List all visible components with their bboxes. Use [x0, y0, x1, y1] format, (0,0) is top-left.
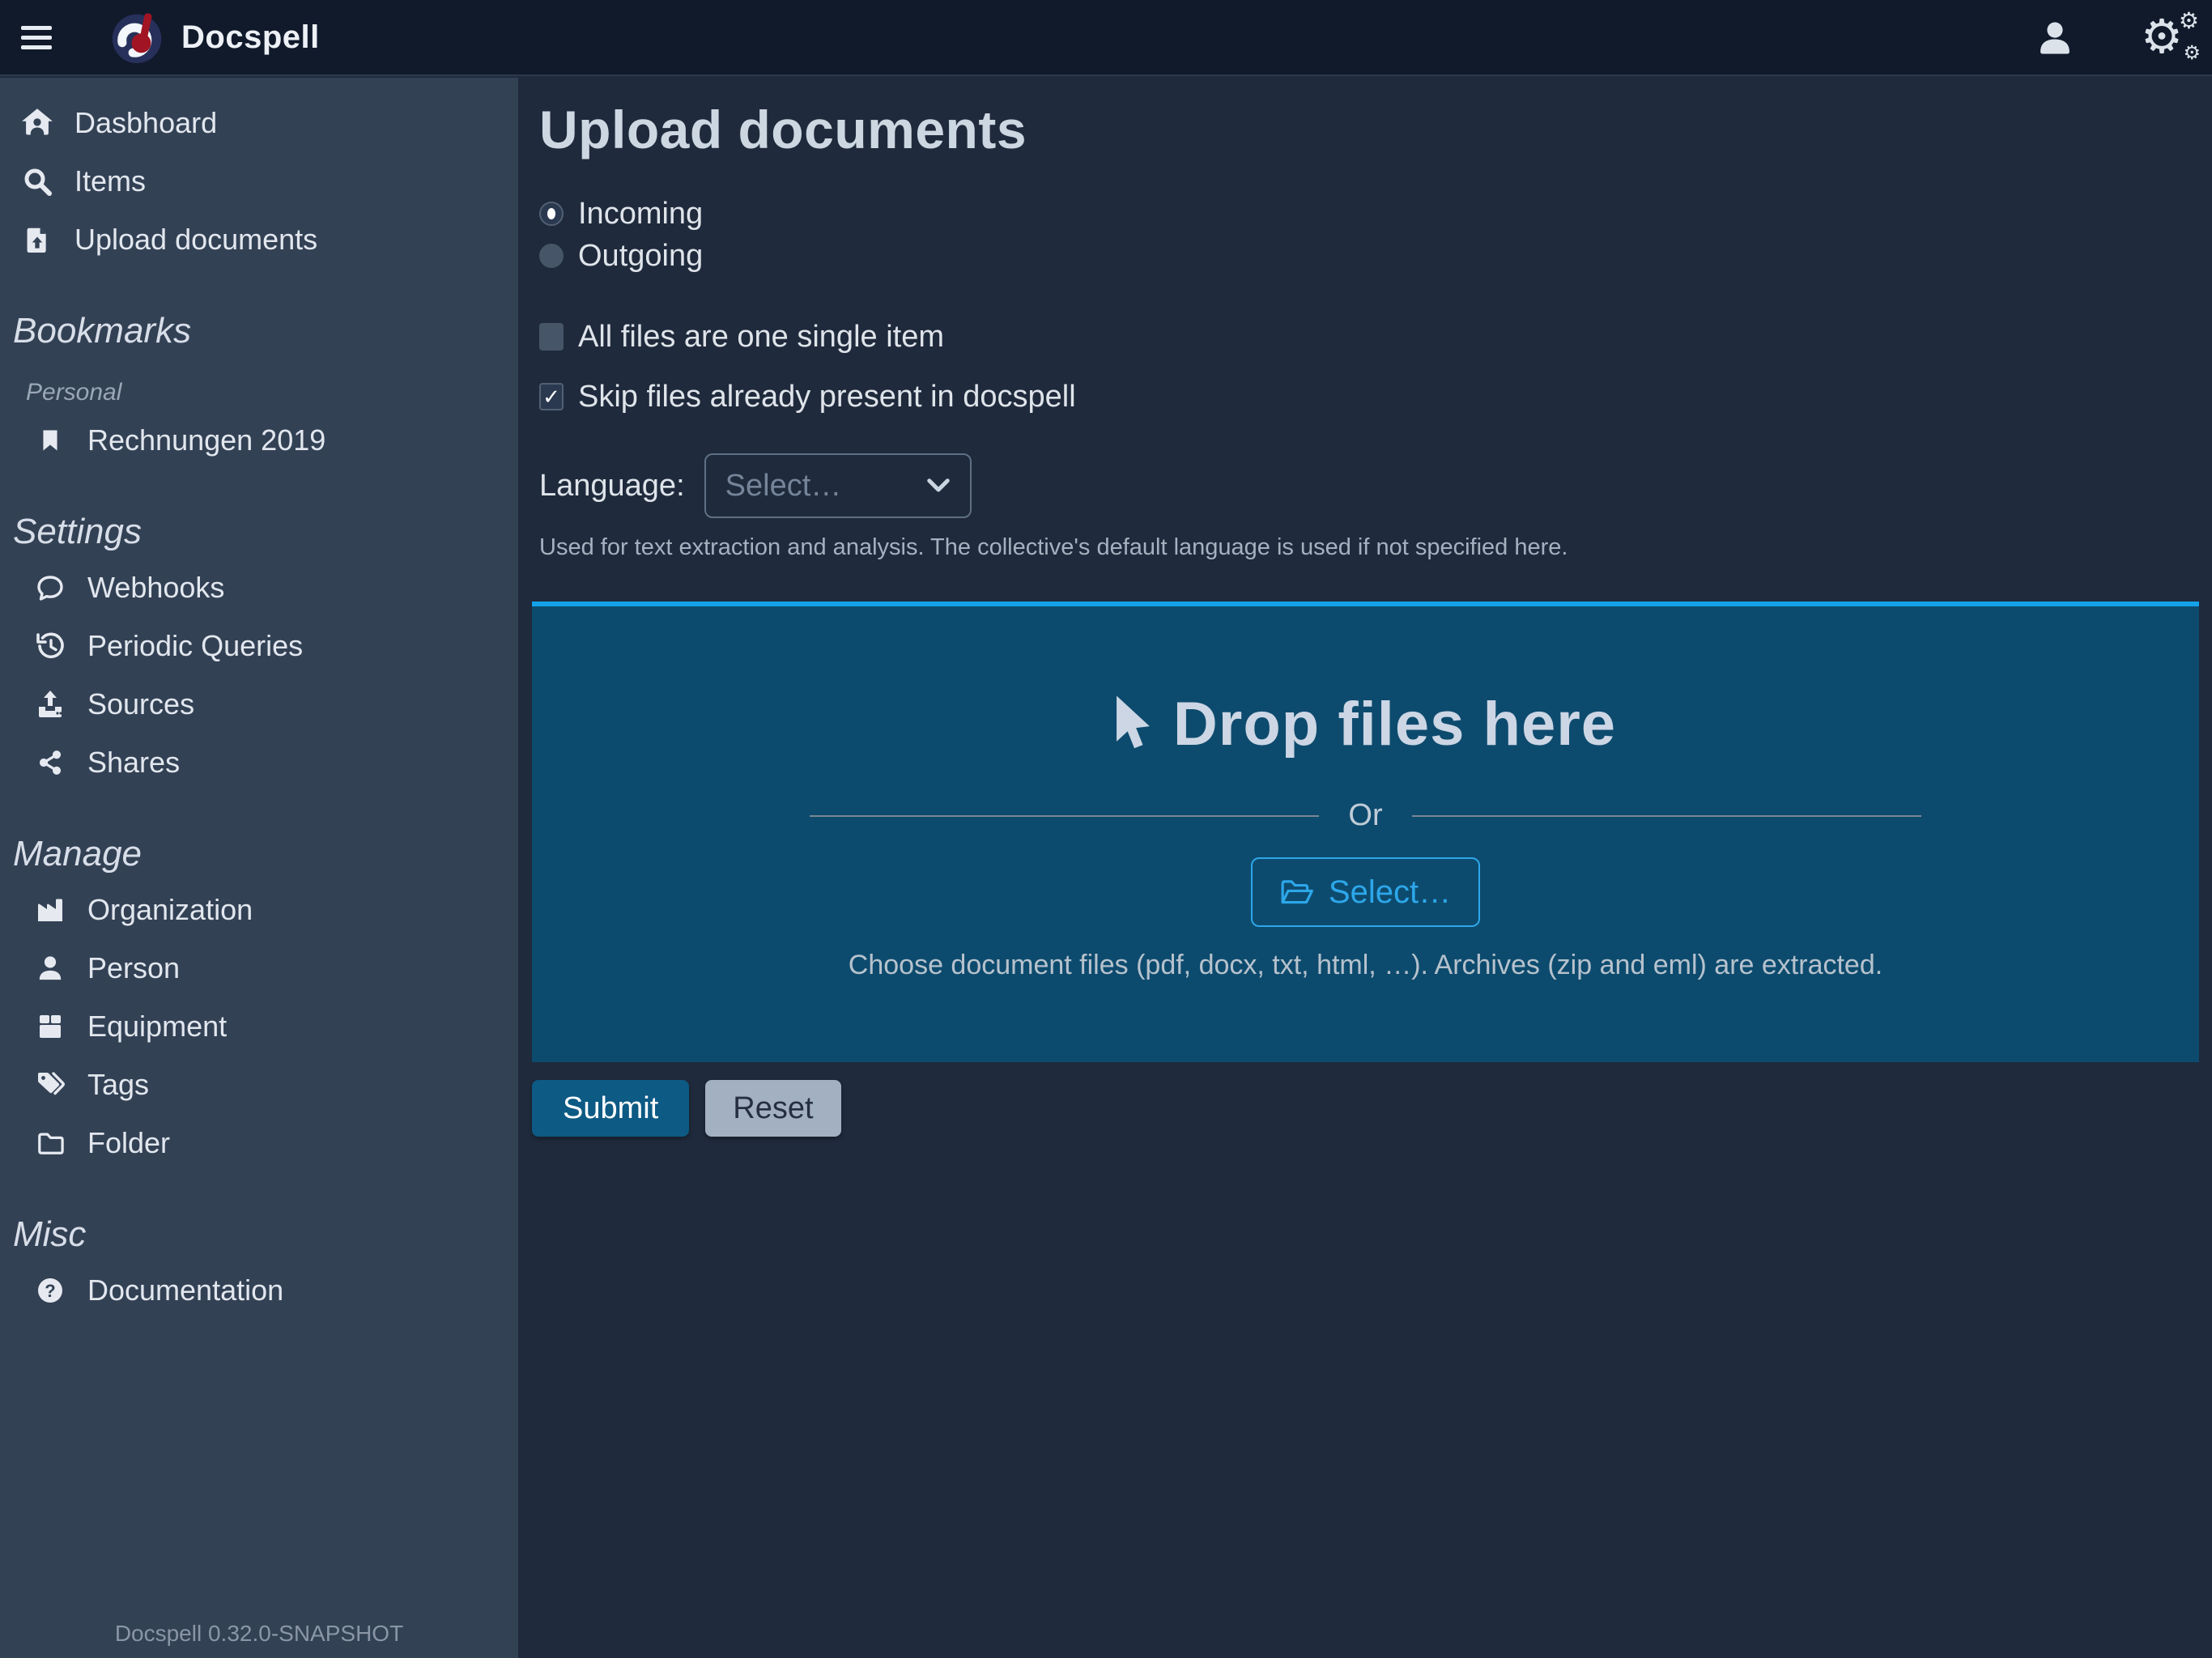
select-files-label: Select…	[1329, 874, 1451, 911]
sidebar-item-label: Rechnungen 2019	[87, 423, 325, 457]
sidebar-item-label: Sources	[87, 687, 194, 721]
folder-open-icon	[1280, 878, 1314, 906]
sidebar-item-label: Webhooks	[87, 571, 224, 605]
sidebar-item-webhooks[interactable]: Webhooks	[0, 559, 518, 617]
or-divider: Or	[810, 798, 1921, 833]
radio-outgoing-label: Outgoing	[578, 239, 703, 274]
sidebar-item-periodic-queries[interactable]: Periodic Queries	[0, 617, 518, 675]
dropzone-title: Drop files here	[1173, 689, 1616, 759]
sidebar-item-label: Dasbhoard	[74, 106, 217, 140]
language-select[interactable]: Select…	[704, 453, 972, 518]
user-icon	[32, 954, 68, 983]
page-title: Upload documents	[539, 99, 2212, 160]
sidebar-item-organization[interactable]: Organization	[0, 881, 518, 939]
circle-question-icon: ?	[32, 1276, 68, 1305]
sidebar-item-label: Items	[74, 164, 146, 198]
app-title: Docspell	[181, 19, 320, 56]
share-nodes-icon	[32, 749, 68, 776]
radio-incoming[interactable]: Incoming	[539, 193, 2212, 235]
language-select-value: Select…	[725, 469, 917, 504]
language-hint: Used for text extraction and analysis. T…	[539, 534, 2212, 561]
language-row: Language: Select…	[539, 453, 2212, 518]
form-actions: Submit Reset	[532, 1080, 2212, 1137]
section-heading-manage: Manage	[0, 834, 518, 874]
section-heading-misc: Misc	[0, 1214, 518, 1255]
checkbox-single-item-control[interactable]	[539, 323, 564, 351]
checkbox-skip-files[interactable]: ✓ Skip files already present in docspell	[539, 376, 2212, 418]
checkbox-single-item[interactable]: All files are one single item	[539, 316, 2212, 358]
sidebar-item-documentation[interactable]: ? Documentation	[0, 1261, 518, 1320]
bookmark-icon	[32, 427, 68, 454]
settings-gears-icon[interactable]: ⚙ ⚙ ⚙	[2138, 13, 2186, 62]
dropzone-caption: Choose document files (pdf, docx, txt, h…	[849, 950, 1882, 981]
industry-icon	[32, 895, 68, 925]
history-icon	[32, 631, 68, 661]
file-upload-icon	[19, 225, 55, 254]
upload-icon	[32, 690, 68, 719]
menu-toggle-icon[interactable]	[21, 0, 78, 75]
mouse-pointer-icon	[1115, 695, 1152, 754]
sidebar-item-label: Person	[87, 951, 180, 985]
sidebar-item-tags[interactable]: Tags	[0, 1056, 518, 1114]
sidebar-item-label: Upload documents	[74, 223, 317, 257]
sidebar-item-upload-documents[interactable]: Upload documents	[0, 210, 518, 269]
section-heading-bookmarks: Bookmarks	[0, 311, 518, 351]
sidebar-item-equipment[interactable]: Equipment	[0, 997, 518, 1056]
sidebar-item-sources[interactable]: Sources	[0, 675, 518, 733]
checkbox-single-item-label: All files are one single item	[578, 320, 944, 355]
box-icon	[32, 1012, 68, 1041]
radio-incoming-label: Incoming	[578, 197, 703, 232]
app-version: Docspell 0.32.0-SNAPSHOT	[0, 1621, 518, 1658]
sidebar-item-label: Equipment	[87, 1010, 227, 1044]
bookmarks-group-personal: Personal	[0, 379, 518, 406]
sidebar-item-label: Periodic Queries	[87, 629, 303, 663]
sidebar-item-label: Tags	[87, 1068, 149, 1102]
sidebar-item-rechnungen-2019[interactable]: Rechnungen 2019	[0, 411, 518, 470]
tags-icon	[32, 1070, 68, 1099]
sidebar-item-dashboard[interactable]: Dasbhoard	[0, 94, 518, 152]
svg-text:?: ?	[45, 1281, 55, 1301]
section-heading-settings: Settings	[0, 512, 518, 552]
language-label: Language:	[539, 469, 685, 504]
radio-outgoing[interactable]: Outgoing	[539, 235, 2212, 277]
sidebar-item-person[interactable]: Person	[0, 939, 518, 997]
sidebar-item-label: Folder	[87, 1126, 170, 1160]
chevron-down-icon	[926, 478, 951, 494]
select-files-button[interactable]: Select…	[1251, 857, 1480, 927]
checkbox-skip-files-control[interactable]: ✓	[539, 383, 564, 410]
radio-incoming-control[interactable]	[539, 202, 564, 226]
top-navbar: Docspell ⚙ ⚙ ⚙	[0, 0, 2212, 76]
main-content: Upload documents Incoming Outgoing All f…	[518, 78, 2212, 1658]
submit-button[interactable]: Submit	[532, 1080, 689, 1137]
docspell-logo	[110, 11, 164, 64]
radio-outgoing-control[interactable]	[539, 244, 564, 268]
sidebar-item-folder[interactable]: Folder	[0, 1114, 518, 1172]
comment-icon	[32, 573, 68, 602]
search-icon	[19, 167, 55, 196]
house-user-icon	[19, 107, 55, 139]
user-account-icon[interactable]	[2031, 13, 2079, 62]
folder-icon	[32, 1129, 68, 1157]
reset-button[interactable]: Reset	[705, 1080, 840, 1137]
or-text: Or	[1348, 798, 1382, 833]
sidebar-item-shares[interactable]: Shares	[0, 733, 518, 792]
sidebar: Dasbhoard Items Upload documents Bo	[0, 78, 518, 1658]
sidebar-item-label: Shares	[87, 746, 180, 780]
file-dropzone[interactable]: Drop files here Or Select… Choose docume…	[532, 602, 2199, 1062]
sidebar-item-label: Documentation	[87, 1273, 283, 1307]
checkbox-skip-files-label: Skip files already present in docspell	[578, 380, 1076, 414]
sidebar-item-items[interactable]: Items	[0, 152, 518, 210]
direction-radio-group: Incoming Outgoing	[539, 193, 2212, 277]
sidebar-item-label: Organization	[87, 893, 253, 927]
